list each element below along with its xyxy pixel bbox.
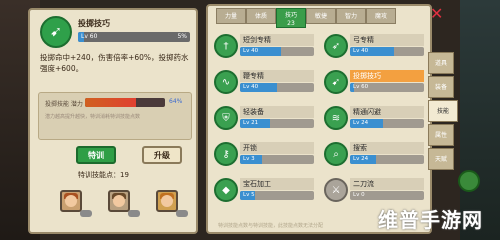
skill-card-level-bar: Lv 3 — [240, 155, 314, 164]
skill-card[interactable]: ⚔ 二刀流 Lv 0 — [324, 178, 424, 204]
skill-description: 投掷命中+240，伤害倍率+60%，投掷药水强度+600。 — [40, 53, 189, 73]
skill-card-level-bar: Lv 40 — [240, 47, 314, 56]
tab-intelligence[interactable]: 智力 — [336, 8, 366, 24]
tab-constitution[interactable]: 体质 — [246, 8, 276, 24]
skill-card-level: Lv 24 — [353, 156, 369, 162]
character-avatar-3[interactable] — [156, 190, 178, 212]
skill-name: 投掷技巧 — [78, 19, 110, 28]
skill-card-name: 精通闪避 — [350, 106, 424, 118]
training-percent: 64% — [169, 98, 183, 105]
skill-card[interactable]: ➹ 投掷技巧 Lv 60 — [324, 70, 424, 96]
train-button[interactable]: 特训 — [76, 146, 116, 164]
side-tab-talents[interactable]: 天赋 — [428, 148, 454, 170]
skill-card-level-bar: Lv 21 — [240, 119, 314, 128]
training-label: 投掷技能 潜力 — [45, 101, 83, 108]
training-progress-bar — [85, 98, 165, 107]
skill-card[interactable]: ⌕ 搜索 Lv 24 — [324, 142, 424, 168]
dual-sword-icon: ⚔ — [324, 178, 348, 202]
dodge-icon: ≋ — [324, 106, 348, 130]
skill-card[interactable]: † 短剑专精 Lv 40 — [214, 34, 314, 60]
tab-strength[interactable]: 力量 — [216, 8, 246, 24]
skill-card-level-bar: Lv 60 — [350, 83, 424, 92]
skill-header: ➹ 投掷技巧 Lv 60 5% — [40, 16, 190, 50]
skill-card[interactable]: ⛨ 轻装备 Lv 21 — [214, 106, 314, 132]
character-badge-3 — [176, 210, 188, 217]
skill-card-level: Lv 40 — [243, 84, 259, 90]
character-badge-1 — [80, 210, 92, 217]
skill-card[interactable]: ➶ 弓专精 Lv 40 — [324, 34, 424, 60]
side-tab-attributes[interactable]: 属性 — [428, 124, 454, 146]
whip-icon: ∿ — [214, 70, 238, 94]
gem-icon — [458, 170, 480, 192]
skill-level-percent: 5% — [177, 33, 187, 40]
skill-card-level: Lv 5 — [243, 192, 255, 198]
skill-card-name: 弓专精 — [350, 34, 424, 46]
side-tab-skills[interactable]: 技能 — [428, 100, 458, 122]
side-tabs: 道具 装备 技能 属性 天赋 — [428, 52, 458, 172]
skill-card-level: Lv 60 — [353, 84, 369, 90]
side-tab-items[interactable]: 道具 — [428, 52, 454, 74]
skill-card-level-bar: Lv 24 — [350, 119, 424, 128]
upgrade-button[interactable]: 升级 — [142, 146, 182, 164]
skill-card-level-bar: Lv 24 — [350, 155, 424, 164]
skill-card-name: 投掷技巧 — [350, 70, 424, 82]
skill-card[interactable]: ∿ 鞭专精 Lv 40 — [214, 70, 314, 96]
skill-card-name: 二刀流 — [350, 178, 424, 190]
skill-card-name: 鞭专精 — [240, 70, 314, 82]
character-avatar-1[interactable] — [60, 190, 82, 212]
skill-card-name: 开锁 — [240, 142, 314, 154]
skill-card-level: Lv 24 — [353, 120, 369, 126]
armor-icon: ⛨ — [214, 106, 238, 130]
train-points-label: 特训技能点：19 — [78, 171, 129, 179]
throw-icon: ➹ — [40, 16, 72, 48]
side-tab-equipment[interactable]: 装备 — [428, 76, 454, 98]
sword-icon: † — [214, 34, 238, 58]
tab-technique[interactable]: 技巧 23 — [276, 8, 306, 28]
gem-icon: ◆ — [214, 178, 238, 202]
watermark: 维普手游网 — [378, 208, 483, 232]
bottom-note: 特训技能点数与特训技能，此技能点数无法分配 — [218, 223, 324, 229]
close-icon[interactable]: ✕ — [430, 6, 446, 22]
tab-agility[interactable]: 敏捷 — [306, 8, 336, 24]
attribute-tabs: 力量 体质 技巧 23 敏捷 智力 魔攻 — [216, 8, 426, 28]
character-selector — [50, 190, 190, 224]
skill-detail-panel: ➹ 投掷技巧 Lv 60 5% 投掷命中+240，伤害倍率+60%，投掷药水强度… — [28, 8, 198, 234]
training-box: 投掷技能 潜力 64% 潜力越高提升越快，特训消耗特训技能点数 — [38, 92, 192, 140]
skill-card-level: Lv 0 — [353, 192, 365, 198]
skill-card[interactable]: ◆ 宝石加工 Lv 5 — [214, 178, 314, 204]
skill-level-bar: Lv 60 5% — [78, 32, 190, 42]
skill-card-name: 轻装备 — [240, 106, 314, 118]
skill-card-name: 搜索 — [350, 142, 424, 154]
skill-card-level-bar: Lv 5 — [240, 191, 314, 200]
character-badge-2 — [128, 210, 140, 217]
skill-list-panel: 力量 体质 技巧 23 敏捷 智力 魔攻 † 短剑专精 Lv 40 ➶ 弓专精 Lv 40… — [206, 4, 432, 234]
skill-grid: † 短剑专精 Lv 40 ➶ 弓专精 Lv 40 ∿ 鞭专精 Lv 40 ➹ 投掷技巧 Lv 60 ⛨ 轻… — [214, 34, 428, 224]
character-avatar-2[interactable] — [108, 190, 130, 212]
tab-technique-count: 23 — [287, 20, 295, 27]
skill-card-level: Lv 3 — [243, 156, 255, 162]
tab-magic[interactable]: 魔攻 — [366, 8, 396, 24]
skill-card-level: Lv 40 — [243, 48, 259, 54]
skill-card-level-bar: Lv 40 — [350, 47, 424, 56]
bow-icon: ➶ — [324, 34, 348, 58]
lock-icon: ⚷ — [214, 142, 238, 166]
skill-card-level-bar: Lv 0 — [350, 191, 424, 200]
skill-card-level: Lv 21 — [243, 120, 259, 126]
skill-card[interactable]: ⚷ 开锁 Lv 3 — [214, 142, 314, 168]
training-note: 潜力越高提升越快，特训消耗特训技能点数 — [45, 114, 141, 120]
skill-card-level: Lv 40 — [353, 48, 369, 54]
throw-icon: ➹ — [324, 70, 348, 94]
skill-card-level-bar: Lv 40 — [240, 83, 314, 92]
search-icon: ⌕ — [324, 142, 348, 166]
skill-card-name: 短剑专精 — [240, 34, 314, 46]
skill-card[interactable]: ≋ 精通闪避 Lv 24 — [324, 106, 424, 132]
skill-card-name: 宝石加工 — [240, 178, 314, 190]
training-progress-fill — [85, 98, 137, 107]
skill-level-label: Lv 60 — [81, 33, 98, 40]
